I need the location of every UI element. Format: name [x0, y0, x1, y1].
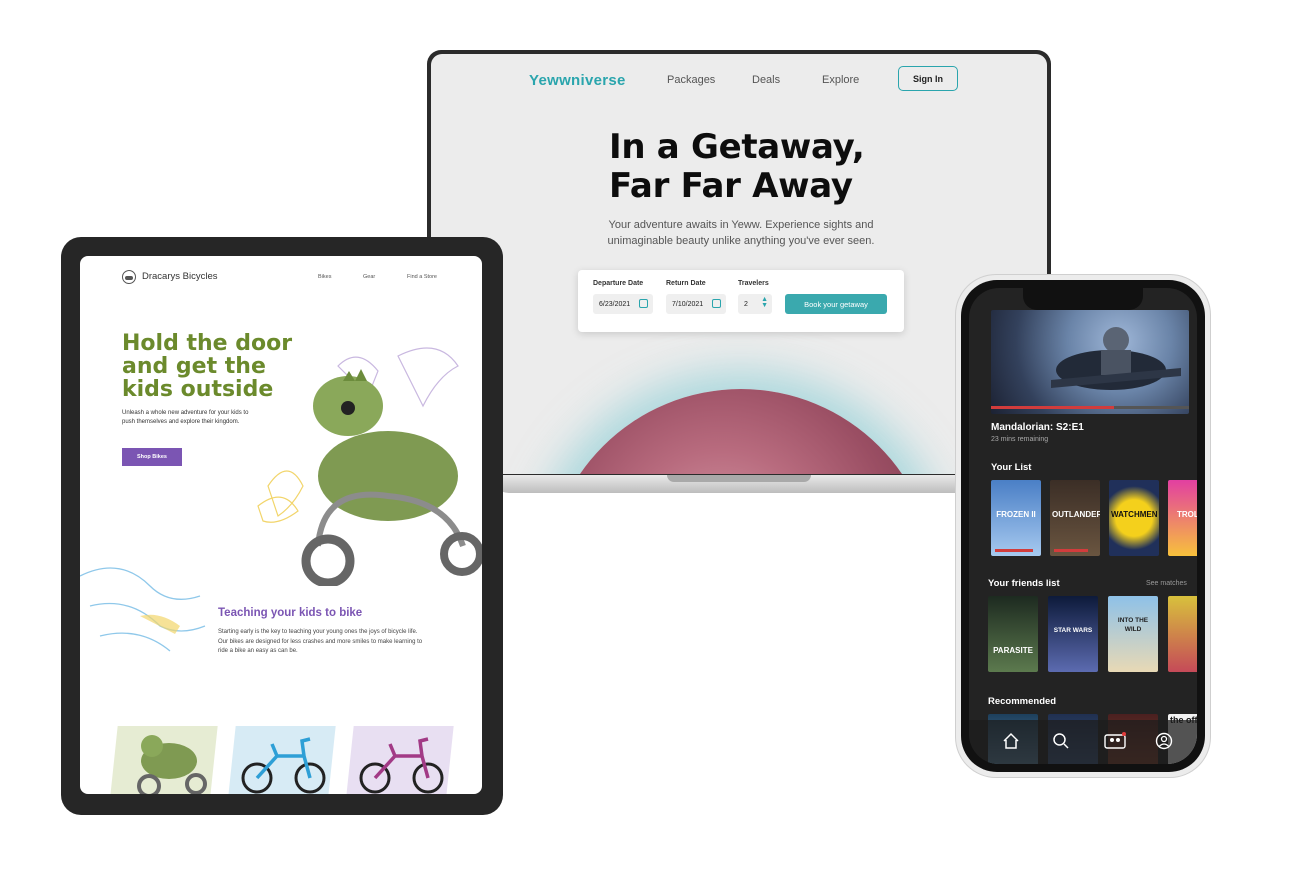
phone-device: Mandalorian: S2:E1 23 mins remaining You…	[956, 275, 1210, 777]
tab-bar	[969, 720, 1197, 764]
poster-star-wars[interactable]: STAR WARS	[1048, 596, 1098, 672]
your-list-heading: Your List	[991, 462, 1032, 473]
return-date-field[interactable]: 7/10/2021	[666, 294, 726, 314]
streaming-app: Mandalorian: S2:E1 23 mins remaining You…	[969, 288, 1197, 764]
hero-subtitle: Your adventure awaits in Yeww. Experienc…	[607, 219, 875, 247]
laptop-base	[491, 475, 987, 493]
yewwniverse-page: Yewwniverse Packages Deals Explore Sign …	[431, 54, 1047, 474]
blue-doodle-decoration	[80, 567, 206, 652]
dragon-logo-icon[interactable]	[122, 270, 136, 284]
friends-list-heading: Your friends list	[988, 578, 1060, 589]
return-label: Return Date	[666, 280, 706, 287]
shop-bikes-button[interactable]: Shop Bikes	[122, 448, 182, 466]
see-matches-link[interactable]: See matches	[1146, 580, 1187, 587]
dragon-bike-illustration	[257, 347, 482, 586]
brand-name[interactable]: Dracarys Bicycles	[142, 271, 218, 282]
nav-find-store[interactable]: Find a Store	[407, 274, 437, 280]
sign-in-button[interactable]: Sign In	[898, 66, 958, 91]
calendar-icon[interactable]	[639, 299, 648, 308]
section-text: Starting early is the key to teaching yo…	[218, 629, 423, 654]
phone-bezel: Mandalorian: S2:E1 23 mins remaining You…	[961, 280, 1205, 772]
nav-gear[interactable]: Gear	[363, 274, 375, 280]
poster-trolls[interactable]: TROLLS	[1168, 480, 1197, 556]
calendar-icon[interactable]	[712, 299, 721, 308]
poster-outlander[interactable]: OUTLANDER	[1050, 480, 1100, 556]
poster-watchmen[interactable]: WATCHMEN	[1109, 480, 1159, 556]
now-playing-thumbnail[interactable]	[991, 310, 1189, 414]
phone-notch	[1023, 288, 1143, 310]
departure-date-field[interactable]: 6/23/2021	[593, 294, 653, 314]
product-purple-bike[interactable]	[346, 726, 454, 794]
dracarys-page: Dracarys Bicycles Bikes Gear Find a Stor…	[80, 256, 482, 794]
now-playing-remaining: 23 mins remaining	[991, 436, 1049, 443]
stepper-arrows-icon[interactable]: ▲ ▼	[761, 296, 768, 309]
book-getaway-button[interactable]: Book your getaway	[785, 294, 887, 314]
nav-packages[interactable]: Packages	[667, 74, 715, 86]
poster-frozen-2[interactable]: FROZEN II	[991, 480, 1041, 556]
travelers-stepper[interactable]: 2 ▲ ▼	[738, 294, 772, 314]
nav-bikes[interactable]: Bikes	[318, 274, 331, 280]
product-blue-bike[interactable]	[228, 726, 336, 794]
section-title: Teaching your kids to bike	[218, 607, 363, 619]
account-icon[interactable]	[1155, 732, 1173, 750]
nav-deals[interactable]: Deals	[752, 74, 780, 86]
home-icon[interactable]	[1002, 732, 1020, 750]
poster-partial[interactable]	[1168, 596, 1197, 672]
site-logo[interactable]: Yewwniverse	[529, 72, 626, 89]
now-playing-title[interactable]: Mandalorian: S2:E1	[991, 422, 1084, 433]
planet-image	[546, 389, 936, 474]
poster-parasite[interactable]: PARASITE	[988, 596, 1038, 672]
nav-explore[interactable]: Explore	[822, 74, 859, 86]
now-playing-progress[interactable]	[991, 406, 1189, 409]
poster-into-the-wild[interactable]: INTO THE WILD	[1108, 596, 1158, 672]
product-dragon-bike[interactable]	[110, 726, 218, 794]
hero-text: Unleash a whole new adventure for your k…	[122, 410, 249, 425]
profiles-icon[interactable]	[1104, 732, 1126, 750]
tablet-device: Dracarys Bicycles Bikes Gear Find a Stor…	[61, 237, 503, 815]
travelers-label: Travelers	[738, 280, 769, 287]
hero-title: In a Getaway, Far Far Away	[609, 127, 865, 206]
recommended-heading: Recommended	[988, 696, 1057, 707]
booking-form: Departure Date 6/23/2021 Return Date 7/1…	[578, 270, 904, 332]
departure-label: Departure Date	[593, 280, 644, 287]
search-icon[interactable]	[1052, 732, 1070, 750]
